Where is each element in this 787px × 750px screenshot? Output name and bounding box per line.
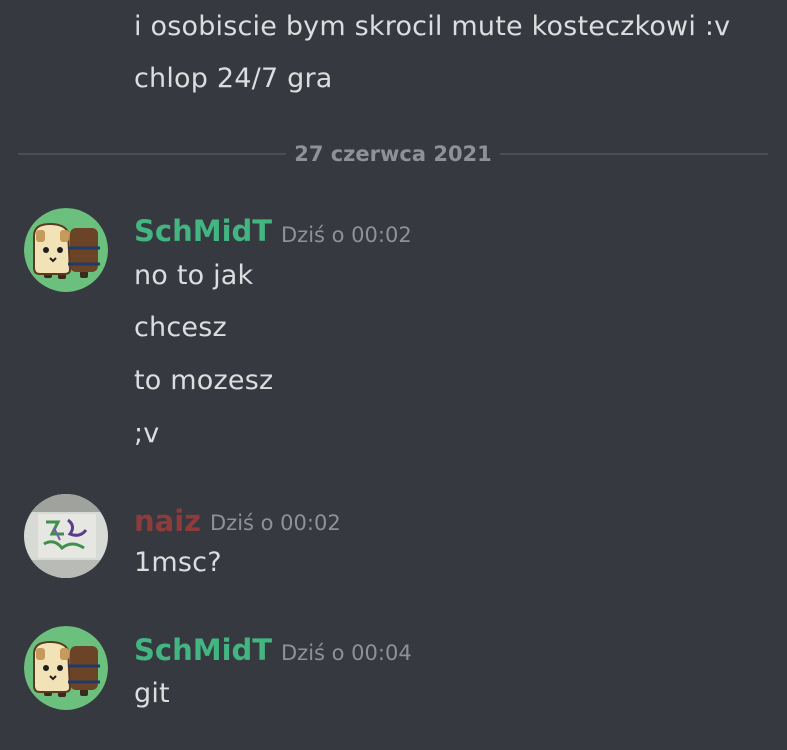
message-text: 1msc? [134,547,222,578]
date-divider-label: 27 czerwca 2021 [286,140,500,168]
avatar[interactable] [24,626,108,710]
username-label: SchMidT [134,633,273,667]
message-text: chcesz [134,312,227,343]
timestamp: Dziś o 00:02 [281,223,412,247]
bread-dog-avatar-icon [24,208,108,292]
bread-dog-avatar-icon [24,626,108,710]
avatar[interactable] [24,208,108,292]
message-text: no to jak [134,260,254,291]
message-text: chlop 24/7 gra [134,63,333,94]
timestamp: Dziś o 00:02 [210,511,341,535]
message-text: i osobiscie bym skrocil mute kosteczkowi… [134,11,731,42]
username-label: naiz [134,504,202,538]
message-text: git [134,678,170,709]
username[interactable]: SchMidT [134,632,272,668]
username[interactable]: naiz [134,503,201,539]
message-text: to mozesz [134,365,274,396]
timestamp: Dziś o 00:04 [281,641,412,665]
username-label: SchMidT [134,214,273,248]
username[interactable]: SchMidT [134,213,272,249]
graffiti-wall-avatar-icon [24,494,108,578]
message-text: ;v [134,418,160,449]
avatar[interactable] [24,494,108,578]
